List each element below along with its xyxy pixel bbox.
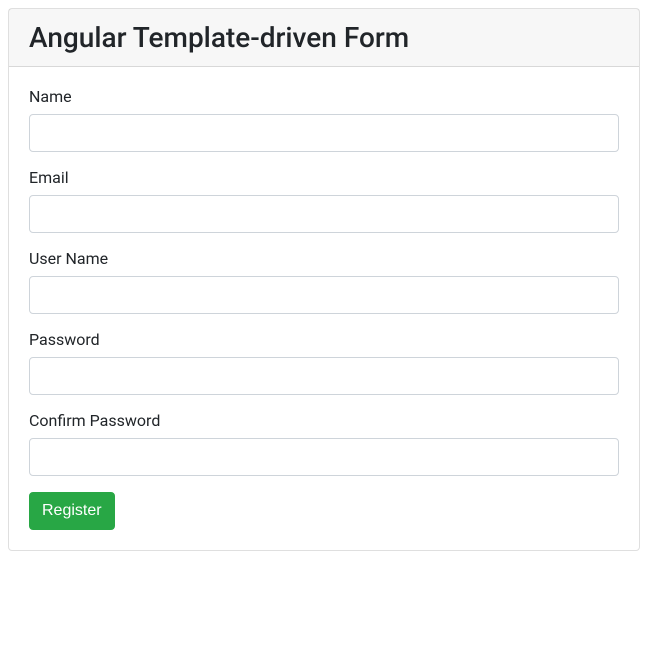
form-group-password: Password	[29, 330, 619, 395]
password-label: Password	[29, 330, 100, 349]
form-group-confirm-password: Confirm Password	[29, 411, 619, 476]
form-group-email: Email	[29, 168, 619, 233]
name-input[interactable]	[29, 114, 619, 152]
registration-form: Name Email User Name Password Confirm Pa…	[29, 87, 619, 530]
email-input[interactable]	[29, 195, 619, 233]
page-title: Angular Template-driven Form	[29, 21, 619, 54]
confirm-password-input[interactable]	[29, 438, 619, 476]
username-input[interactable]	[29, 276, 619, 314]
email-label: Email	[29, 168, 69, 187]
password-input[interactable]	[29, 357, 619, 395]
card-body: Name Email User Name Password Confirm Pa…	[9, 67, 639, 550]
name-label: Name	[29, 87, 72, 106]
username-label: User Name	[29, 249, 108, 268]
card-header: Angular Template-driven Form	[9, 9, 639, 67]
confirm-password-label: Confirm Password	[29, 411, 160, 430]
register-button[interactable]: Register	[29, 492, 115, 530]
form-group-username: User Name	[29, 249, 619, 314]
form-card: Angular Template-driven Form Name Email …	[8, 8, 640, 551]
form-group-name: Name	[29, 87, 619, 152]
